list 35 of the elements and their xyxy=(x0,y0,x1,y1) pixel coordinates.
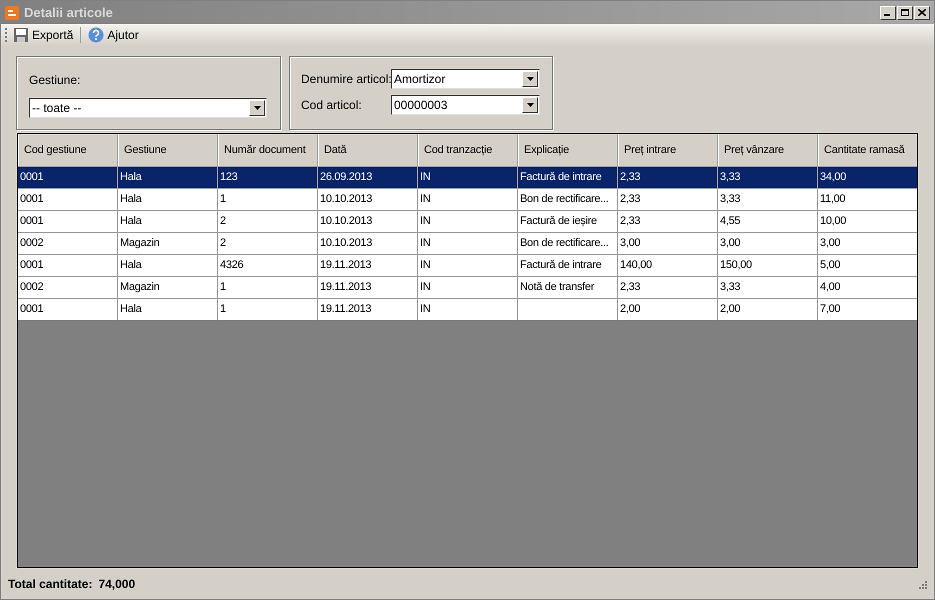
minimize-button[interactable] xyxy=(880,6,896,20)
status-label: Total cantitate: xyxy=(8,576,92,592)
table-cell: 1 xyxy=(218,299,318,320)
filter-label: Gestiune: xyxy=(29,72,82,89)
dropdown-field[interactable]: -- toate -- xyxy=(29,98,267,118)
maximize-button[interactable] xyxy=(897,6,913,20)
window-title: Detalii articole xyxy=(24,4,113,22)
table-row[interactable]: 0002 Magazin 1 19.11.2013 IN Notă de transfer 2,33 3,33 4,00 xyxy=(18,276,917,298)
app-icon xyxy=(5,6,19,20)
table-row[interactable]: 0001 Hala 2 10.10.2013 IN Factură de ieșire 2,33 4,55 10,00 xyxy=(18,210,917,232)
filter-label: Cod articol: xyxy=(301,97,363,114)
table-row[interactable]: 0001 Hala 1 10.10.2013 IN Bon de rectificare... 2,33 3,33 11,00 xyxy=(18,188,917,210)
table-cell: 7,00 xyxy=(818,299,917,320)
grip-icon xyxy=(5,28,8,42)
table-row[interactable]: 0001 Hala 123 26.09.2013 IN Factură de intrare 2,33 3,33 34,00 xyxy=(18,166,917,188)
filter-label: Denumire articol: xyxy=(301,71,391,88)
table-cell: IN xyxy=(418,299,518,320)
resize-grip-icon xyxy=(917,578,927,588)
table-cell: 2,00 xyxy=(618,299,718,320)
table-cell: 19.11.2013 xyxy=(318,299,418,320)
maximize-icon xyxy=(901,9,909,16)
dropdown-field[interactable]: 00000003 xyxy=(391,95,540,115)
table-row[interactable]: 0001 Hala 1 19.11.2013 IN 2,00 2,00 7,00 xyxy=(18,298,917,320)
table-row[interactable]: 0001 Hala 4326 19.11.2013 IN Factură de intrare 140,00 150,00 5,00 xyxy=(18,254,917,276)
close-button[interactable] xyxy=(914,6,930,20)
toolbar-button[interactable]: Ajutor xyxy=(87,26,140,44)
dropdown-field[interactable]: Amortizor xyxy=(391,69,540,89)
status-value: 74,000 xyxy=(98,576,136,592)
table-cell: 0001 xyxy=(18,299,118,320)
table-cell: Hala xyxy=(118,299,218,320)
table-row[interactable]: 0002 Magazin 2 10.10.2013 IN Bon de rectificare... 3,00 3,00 3,00 xyxy=(18,232,917,254)
toolbar-button[interactable]: Exportă xyxy=(12,26,74,44)
close-icon xyxy=(918,9,926,16)
table-cell: 2,00 xyxy=(718,299,818,320)
help-icon xyxy=(88,27,104,43)
